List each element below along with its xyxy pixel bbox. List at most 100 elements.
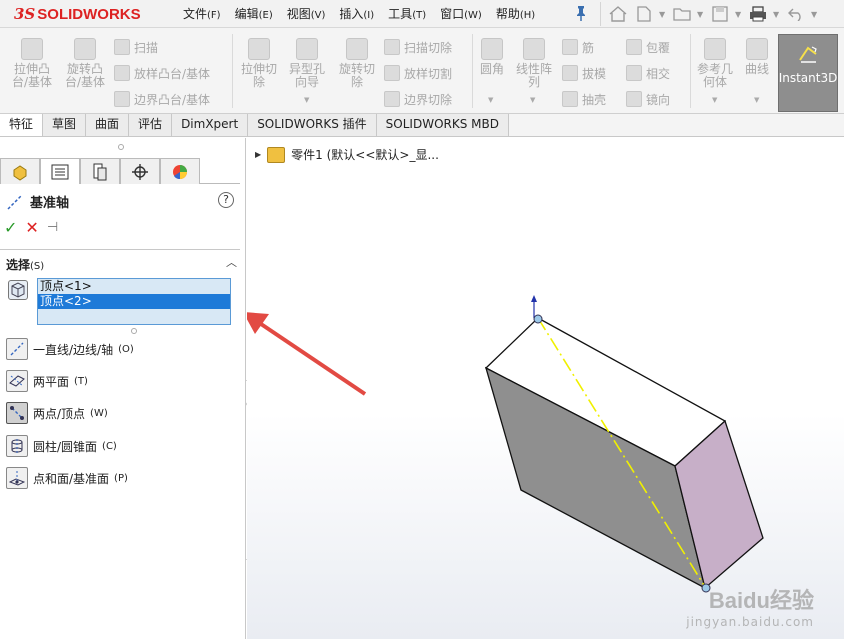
fillet-button[interactable]: 圆角 bbox=[476, 38, 508, 76]
menu-help[interactable]: 帮助(H) bbox=[489, 5, 542, 23]
tab-features[interactable]: 特征 bbox=[0, 114, 44, 136]
sweep-cut-button[interactable]: 扫描切除 bbox=[384, 38, 452, 56]
reference-geometry-button[interactable]: 参考几 何体 bbox=[694, 38, 736, 89]
option-two-points[interactable]: 两点/顶点 (W) bbox=[6, 402, 108, 424]
tab-surfaces[interactable]: 曲面 bbox=[86, 114, 130, 136]
property-manager-tab[interactable] bbox=[40, 158, 80, 184]
new-document-icon[interactable] bbox=[633, 3, 655, 25]
revolve-cut-button[interactable]: 旋转切 除 bbox=[334, 38, 380, 89]
home-icon[interactable] bbox=[607, 3, 629, 25]
chevron-down-icon[interactable]: ▼ bbox=[773, 10, 781, 19]
selections-section-header[interactable]: 选择(S) bbox=[6, 256, 44, 273]
menu-window[interactable]: 窗口(W) bbox=[433, 5, 489, 23]
chevron-down-icon[interactable]: ▼ bbox=[530, 96, 535, 104]
revolve-boss-button[interactable]: 旋转凸 台/基体 bbox=[60, 38, 110, 89]
pin-menu-icon[interactable] bbox=[574, 5, 590, 21]
tab-addins[interactable]: SOLIDWORKS 插件 bbox=[248, 114, 377, 136]
curves-icon bbox=[746, 38, 768, 60]
save-icon[interactable] bbox=[709, 3, 731, 25]
chevron-down-icon[interactable]: ▼ bbox=[488, 96, 493, 104]
menu-tools[interactable]: 工具(T) bbox=[381, 5, 433, 23]
menu-window-key: (W) bbox=[464, 10, 482, 21]
dimxpert-manager-tab[interactable] bbox=[120, 158, 160, 184]
solidworks-window: 3S SOLIDWORKS 文件(F) 编辑(E) 视图(V) 插入(I) 工具… bbox=[0, 0, 844, 639]
linear-pattern-button[interactable]: 线性阵 列 bbox=[512, 38, 556, 89]
boundary-cut-icon bbox=[384, 91, 400, 107]
chevron-down-icon[interactable]: ▼ bbox=[659, 10, 667, 19]
boundary-boss-button[interactable]: 边界凸台/基体 bbox=[114, 90, 210, 108]
chevron-down-icon[interactable]: ▼ bbox=[304, 96, 309, 104]
line-edge-axis-icon bbox=[6, 338, 28, 360]
sweep-button[interactable]: 扫描 bbox=[114, 38, 158, 56]
print-icon[interactable] bbox=[747, 3, 769, 25]
tab-dimxpert[interactable]: DimXpert bbox=[172, 114, 249, 136]
undo-icon[interactable] bbox=[785, 3, 807, 25]
tab-evaluate[interactable]: 评估 bbox=[129, 114, 173, 136]
list-item-selected[interactable]: 顶点<2> bbox=[38, 294, 230, 309]
sweep-cut-icon bbox=[384, 39, 400, 55]
draft-button[interactable]: 拔模 bbox=[562, 64, 606, 82]
appearance-sphere-icon bbox=[173, 164, 187, 179]
list-item[interactable]: 顶点<1> bbox=[38, 279, 230, 294]
feature-manager-tab[interactable] bbox=[0, 158, 40, 184]
rib-button[interactable]: 筋 bbox=[562, 38, 594, 56]
help-icon[interactable]: ? bbox=[218, 192, 234, 208]
tab-sketch[interactable]: 草图 bbox=[43, 114, 87, 136]
sweep-icon bbox=[114, 39, 130, 55]
cylinder-face-icon bbox=[6, 435, 28, 457]
extrude-cut-button[interactable]: 拉伸切 除 bbox=[236, 38, 282, 89]
option-cylindrical-face[interactable]: 圆柱/圆锥面 (C) bbox=[6, 435, 117, 457]
wrap-button[interactable]: 包覆 bbox=[626, 38, 670, 56]
display-manager-tab[interactable] bbox=[160, 158, 200, 184]
cancel-x-icon[interactable]: ✕ bbox=[25, 218, 38, 237]
extrude-boss-button[interactable]: 拉伸凸 台/基体 bbox=[8, 38, 56, 89]
pushpin-icon[interactable]: ⊣ bbox=[47, 220, 58, 235]
menu-tools-key: (T) bbox=[412, 10, 427, 21]
chevron-down-icon[interactable]: ▼ bbox=[697, 10, 705, 19]
option-two-planes[interactable]: 两平面 (T) bbox=[6, 370, 88, 392]
fillet-icon bbox=[481, 38, 503, 60]
panel-splitter-handle[interactable] bbox=[118, 144, 124, 150]
instant3d-button[interactable]: Instant3D bbox=[778, 34, 838, 112]
menu-help-key: (H) bbox=[519, 10, 536, 21]
menu-edit-key: (E) bbox=[258, 10, 273, 21]
reference-axis-icon bbox=[7, 193, 23, 210]
menu-insert[interactable]: 插入(I) bbox=[332, 5, 381, 23]
draft-label: 拔模 bbox=[582, 66, 607, 81]
mirror-button[interactable]: 镜向 bbox=[626, 90, 670, 108]
page-title: 基准轴 bbox=[30, 196, 70, 211]
curves-button[interactable]: 曲线 bbox=[740, 38, 774, 76]
graphics-area[interactable]: ▶ 零件1 (默认<<默认>_显... Baidu经验 jingyan.baid… bbox=[247, 138, 844, 639]
triad-arrow-head-icon bbox=[531, 295, 537, 302]
menu-edit[interactable]: 编辑(E) bbox=[228, 5, 280, 23]
selections-title: 选择 bbox=[6, 258, 31, 272]
solidworks-logo[interactable]: 3S SOLIDWORKS bbox=[14, 3, 141, 25]
option-point-and-face[interactable]: 点和面/基准面 (P) bbox=[6, 467, 128, 489]
loft-boss-button[interactable]: 放样凸台/基体 bbox=[114, 64, 210, 82]
menu-file[interactable]: 文件(F) bbox=[176, 5, 228, 23]
tab-mbd[interactable]: SOLIDWORKS MBD bbox=[376, 114, 509, 136]
open-folder-icon[interactable] bbox=[671, 3, 693, 25]
intersect-button[interactable]: 相交 bbox=[626, 64, 670, 82]
configuration-manager-tab[interactable] bbox=[80, 158, 120, 184]
chevron-down-icon[interactable]: ▼ bbox=[735, 10, 743, 19]
menu-view[interactable]: 视图(V) bbox=[280, 5, 333, 23]
hole-wizard-button[interactable]: 异型孔 向导 bbox=[284, 38, 330, 89]
shell-button[interactable]: 抽壳 bbox=[562, 90, 606, 108]
menu-tools-label: 工具 bbox=[388, 7, 413, 21]
option-line-edge-axis[interactable]: 一直线/边线/轴 (O) bbox=[6, 338, 134, 360]
extrude-cut-icon bbox=[248, 38, 270, 60]
selection-list[interactable]: 顶点<1> 顶点<2> bbox=[37, 278, 231, 325]
loft-cut-button[interactable]: 放样切割 bbox=[384, 64, 452, 82]
boundary-cut-button[interactable]: 边界切除 bbox=[384, 90, 452, 108]
selections-key: (S) bbox=[30, 261, 45, 272]
chevron-up-icon[interactable]: ︿ bbox=[226, 254, 237, 270]
ok-check-icon[interactable]: ✓ bbox=[4, 218, 17, 237]
list-resize-handle[interactable] bbox=[131, 328, 137, 334]
chevron-down-icon[interactable]: ▼ bbox=[754, 96, 759, 104]
shell-icon bbox=[562, 91, 578, 107]
chevron-down-icon[interactable]: ▼ bbox=[712, 96, 717, 104]
menu-bar: 文件(F) 编辑(E) 视图(V) 插入(I) 工具(T) 窗口(W) 帮助(H… bbox=[176, 5, 542, 23]
hole-wizard-icon bbox=[296, 38, 318, 60]
chevron-down-icon[interactable]: ▼ bbox=[811, 10, 819, 19]
